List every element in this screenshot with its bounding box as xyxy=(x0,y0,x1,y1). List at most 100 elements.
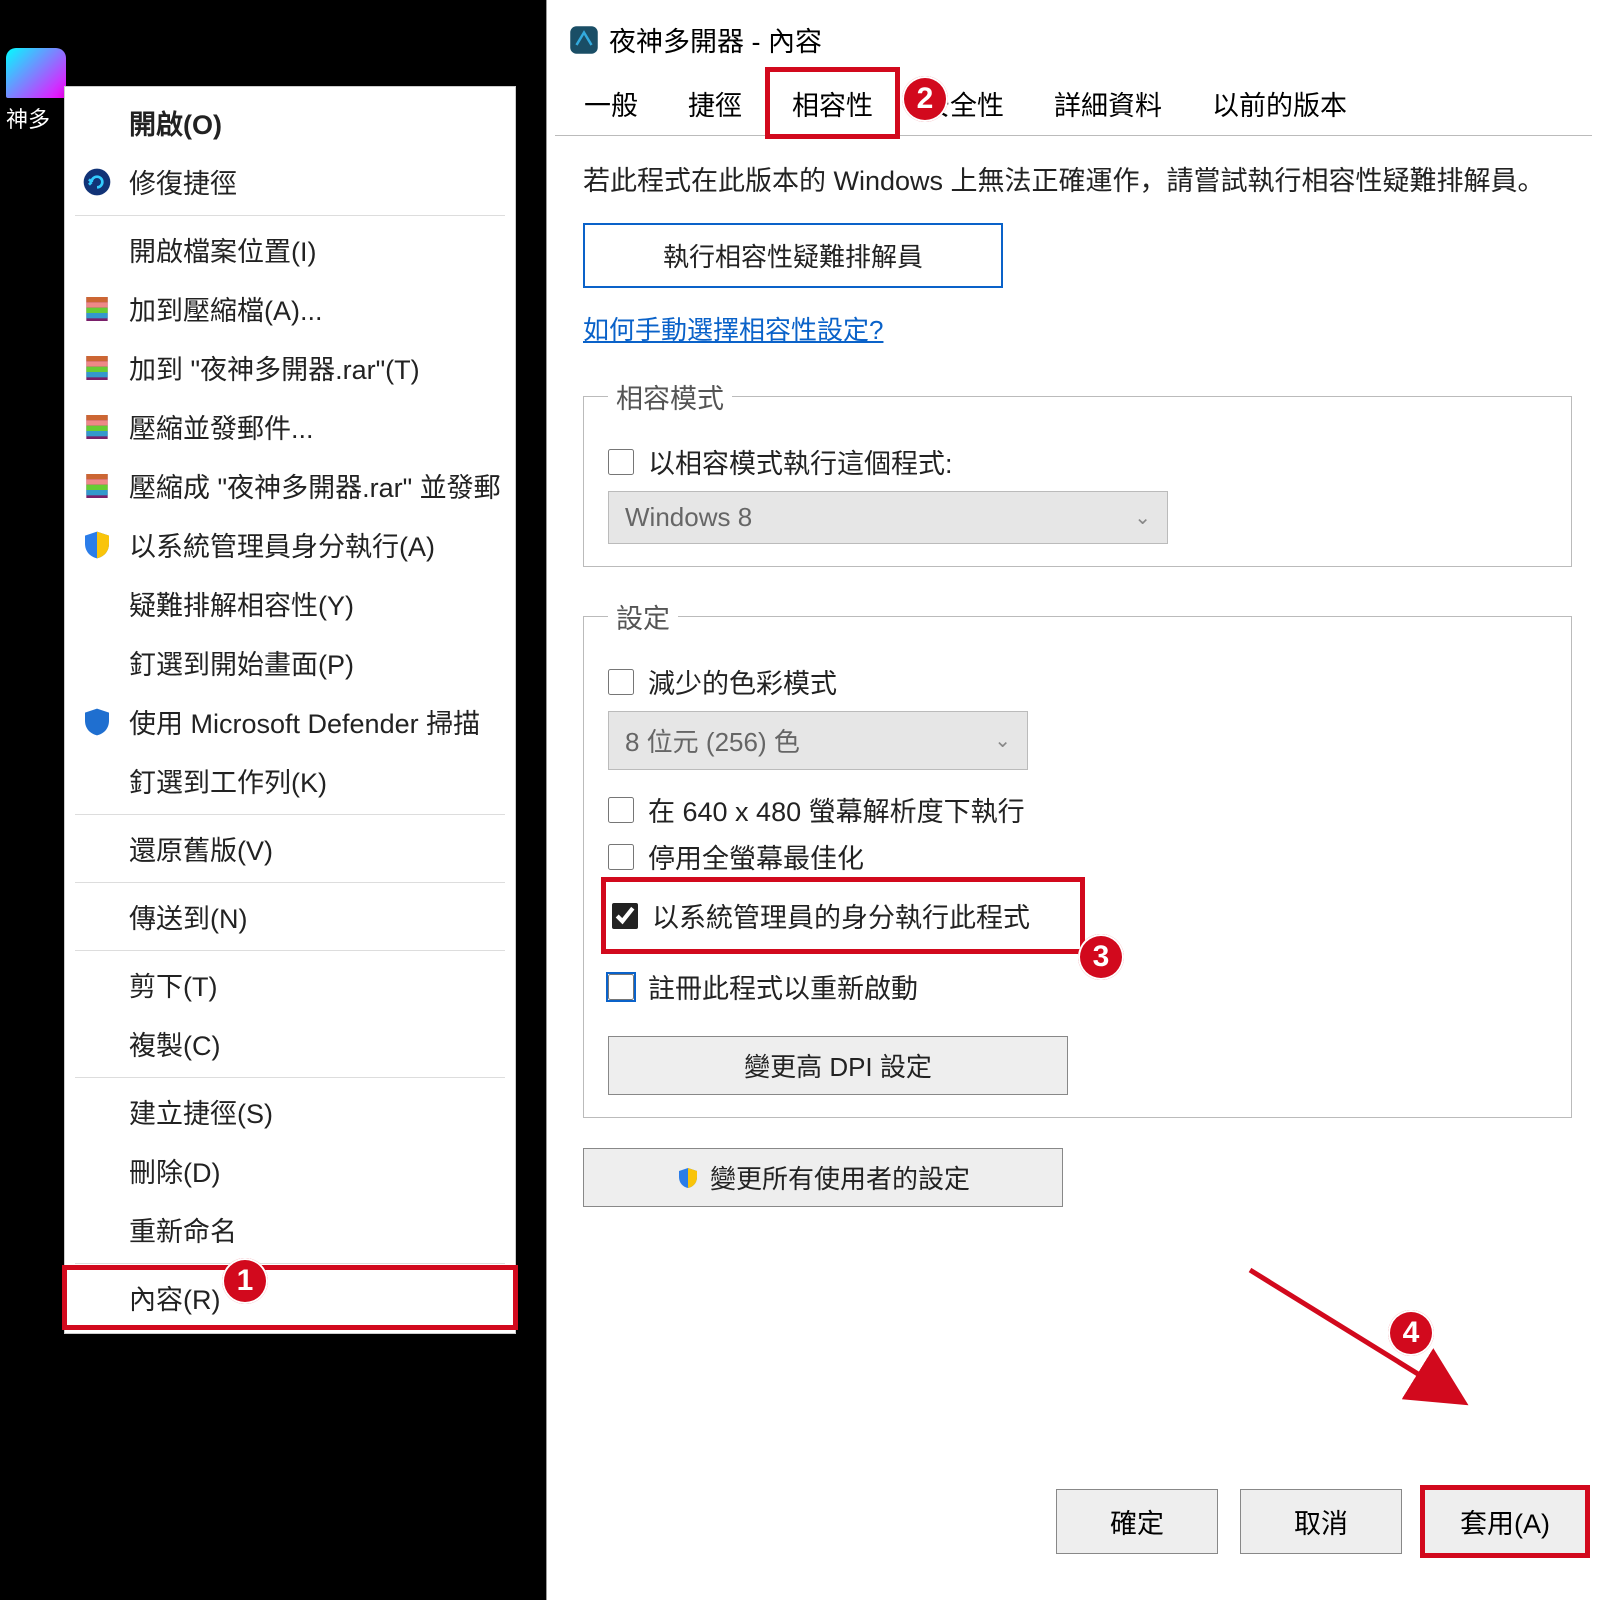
menu-item-label: 開啟(O) xyxy=(129,103,222,142)
step-badge-3: 3 xyxy=(1078,934,1124,980)
blank-icon xyxy=(79,105,115,141)
menu-item-label: 內容(R) xyxy=(129,1278,220,1317)
settings-legend: 設定 xyxy=(608,597,678,636)
blank-icon xyxy=(79,1026,115,1062)
context-menu-item[interactable]: 建立捷徑(S) xyxy=(65,1082,515,1141)
context-menu-item[interactable]: 開啟(O) xyxy=(65,93,515,152)
menu-item-label: 壓縮成 "夜神多開器.rar" 並發郵 xyxy=(129,466,501,505)
context-menu-item[interactable]: 加到 "夜神多開器.rar"(T) xyxy=(65,338,515,397)
compat-mode-select: Windows 8 ⌄ xyxy=(608,491,1168,544)
context-menu-item[interactable]: 釘選到工作列(K) xyxy=(65,751,515,810)
manual-compat-link[interactable]: 如何手動選擇相容性設定? xyxy=(583,310,883,347)
menu-item-label: 開啟檔案位置(I) xyxy=(129,230,316,269)
rar-icon xyxy=(79,468,115,504)
blank-icon xyxy=(79,763,115,799)
menu-item-label: 剪下(T) xyxy=(129,965,217,1004)
context-menu-item[interactable]: 壓縮成 "夜神多開器.rar" 並發郵 xyxy=(65,456,515,515)
compatibility-tab-body: 若此程式在此版本的 Windows 上無法正確運作，請嘗試執行相容性疑難排解員。… xyxy=(547,136,1600,1207)
cancel-button[interactable]: 取消 xyxy=(1240,1489,1402,1554)
dialog-footer: 確定 取消 套用(A) xyxy=(1056,1489,1586,1554)
menu-item-label: 釘選到開始畫面(P) xyxy=(129,643,354,682)
context-menu-item[interactable]: 以系統管理員身分執行(A) xyxy=(65,515,515,574)
rar-icon xyxy=(79,409,115,445)
menu-separator xyxy=(75,814,505,815)
menu-item-label: 修復捷徑 xyxy=(129,162,237,201)
menu-separator xyxy=(75,950,505,951)
blank-icon xyxy=(79,831,115,867)
properties-dialog: 夜神多開器 - 內容 一般捷徑相容性安全性詳細資料以前的版本 若此程式在此版本的… xyxy=(546,0,1600,1600)
tab-詳細資料[interactable]: 詳細資料 xyxy=(1031,71,1185,135)
desktop-shortcut[interactable]: 神多 xyxy=(6,48,66,134)
context-menu-item[interactable]: 刪除(D) xyxy=(65,1141,515,1200)
context-menu-item[interactable]: 重新命名 xyxy=(65,1200,515,1259)
tab-一般[interactable]: 一般 xyxy=(561,71,661,135)
blank-icon xyxy=(79,232,115,268)
menu-item-label: 建立捷徑(S) xyxy=(129,1092,273,1131)
blank-icon xyxy=(79,645,115,681)
menu-separator xyxy=(75,1263,505,1264)
menu-item-label: 加到壓縮檔(A)... xyxy=(129,289,323,328)
chevron-down-icon: ⌄ xyxy=(1134,505,1151,530)
context-menu-item[interactable]: 釘選到開始畫面(P) xyxy=(65,633,515,692)
run-as-admin-checkbox[interactable]: 以系統管理員的身分執行此程式 xyxy=(612,896,1074,935)
menu-item-label: 傳送到(N) xyxy=(129,897,247,936)
menu-item-label: 釘選到工作列(K) xyxy=(129,761,327,800)
reduced-color-checkbox[interactable]: 減少的色彩模式 xyxy=(608,662,1547,701)
blank-icon xyxy=(79,899,115,935)
shield-icon xyxy=(676,1166,700,1190)
defender-icon xyxy=(79,704,115,740)
change-dpi-button[interactable]: 變更高 DPI 設定 xyxy=(608,1036,1068,1095)
blank-icon xyxy=(79,967,115,1003)
register-restart-checkbox[interactable]: 註冊此程式以重新啟動 xyxy=(608,967,1547,1006)
menu-item-label: 重新命名 xyxy=(129,1210,237,1249)
apply-button[interactable]: 套用(A) xyxy=(1424,1489,1586,1554)
repair-icon xyxy=(79,164,115,200)
context-menu-item[interactable]: 疑難排解相容性(Y) xyxy=(65,574,515,633)
context-menu-item[interactable]: 開啟檔案位置(I) xyxy=(65,220,515,279)
step-badge-4: 4 xyxy=(1388,1310,1434,1356)
menu-item-label: 複製(C) xyxy=(129,1024,220,1063)
menu-separator xyxy=(75,215,505,216)
context-menu: 開啟(O) 修復捷徑開啟檔案位置(I) 加到壓縮檔(A)... 加到 "夜神多開器.r… xyxy=(64,86,516,1334)
tab-相容性[interactable]: 相容性 xyxy=(769,71,896,135)
blank-icon xyxy=(79,1153,115,1189)
step-badge-1: 1 xyxy=(222,1258,268,1304)
step-badge-2: 2 xyxy=(902,76,948,122)
compat-description: 若此程式在此版本的 Windows 上無法正確運作，請嘗試執行相容性疑難排解員。 xyxy=(583,162,1572,201)
menu-item-label: 疑難排解相容性(Y) xyxy=(129,584,354,623)
context-menu-item[interactable]: 複製(C) xyxy=(65,1014,515,1073)
compat-mode-checkbox[interactable]: 以相容模式執行這個程式: xyxy=(608,442,1547,481)
compat-mode-group: 相容模式 以相容模式執行這個程式: Windows 8 ⌄ xyxy=(583,377,1572,567)
menu-item-label: 以系統管理員身分執行(A) xyxy=(129,525,435,564)
context-menu-item[interactable]: 修復捷徑 xyxy=(65,152,515,211)
compat-mode-legend: 相容模式 xyxy=(608,377,732,416)
dialog-title: 夜神多開器 - 內容 xyxy=(609,20,822,59)
menu-separator xyxy=(75,1077,505,1078)
settings-group: 設定 減少的色彩模式 8 位元 (256) 色 ⌄ 在 640 x 480 螢幕… xyxy=(583,597,1572,1118)
app-icon-small xyxy=(569,25,599,55)
context-menu-item[interactable]: 壓縮並發郵件... xyxy=(65,397,515,456)
blank-icon xyxy=(79,1212,115,1248)
rar-icon xyxy=(79,291,115,327)
context-menu-item[interactable]: 剪下(T) xyxy=(65,955,515,1014)
ok-button[interactable]: 確定 xyxy=(1056,1489,1218,1554)
blank-icon xyxy=(79,586,115,622)
menu-item-label: 壓縮並發郵件... xyxy=(129,407,314,446)
context-menu-item[interactable]: 內容(R) xyxy=(65,1268,515,1327)
run-640x480-checkbox[interactable]: 在 640 x 480 螢幕解析度下執行 xyxy=(608,790,1547,829)
context-menu-item[interactable]: 傳送到(N) xyxy=(65,887,515,946)
context-menu-item[interactable]: 還原舊版(V) xyxy=(65,819,515,878)
change-all-users-button[interactable]: 變更所有使用者的設定 xyxy=(583,1148,1063,1207)
rar-icon xyxy=(79,350,115,386)
disable-fullscreen-opt-checkbox[interactable]: 停用全螢幕最佳化 xyxy=(608,837,1547,876)
tab-以前的版本[interactable]: 以前的版本 xyxy=(1189,71,1370,135)
blank-icon xyxy=(79,1280,115,1316)
tabs: 一般捷徑相容性安全性詳細資料以前的版本 xyxy=(547,71,1600,135)
context-menu-item[interactable]: 使用 Microsoft Defender 掃描 xyxy=(65,692,515,751)
app-icon xyxy=(6,48,66,98)
menu-item-label: 還原舊版(V) xyxy=(129,829,273,868)
menu-item-label: 使用 Microsoft Defender 掃描 xyxy=(129,702,480,741)
context-menu-item[interactable]: 加到壓縮檔(A)... xyxy=(65,279,515,338)
tab-捷徑[interactable]: 捷徑 xyxy=(665,71,765,135)
run-troubleshooter-button[interactable]: 執行相容性疑難排解員 xyxy=(583,223,1003,288)
